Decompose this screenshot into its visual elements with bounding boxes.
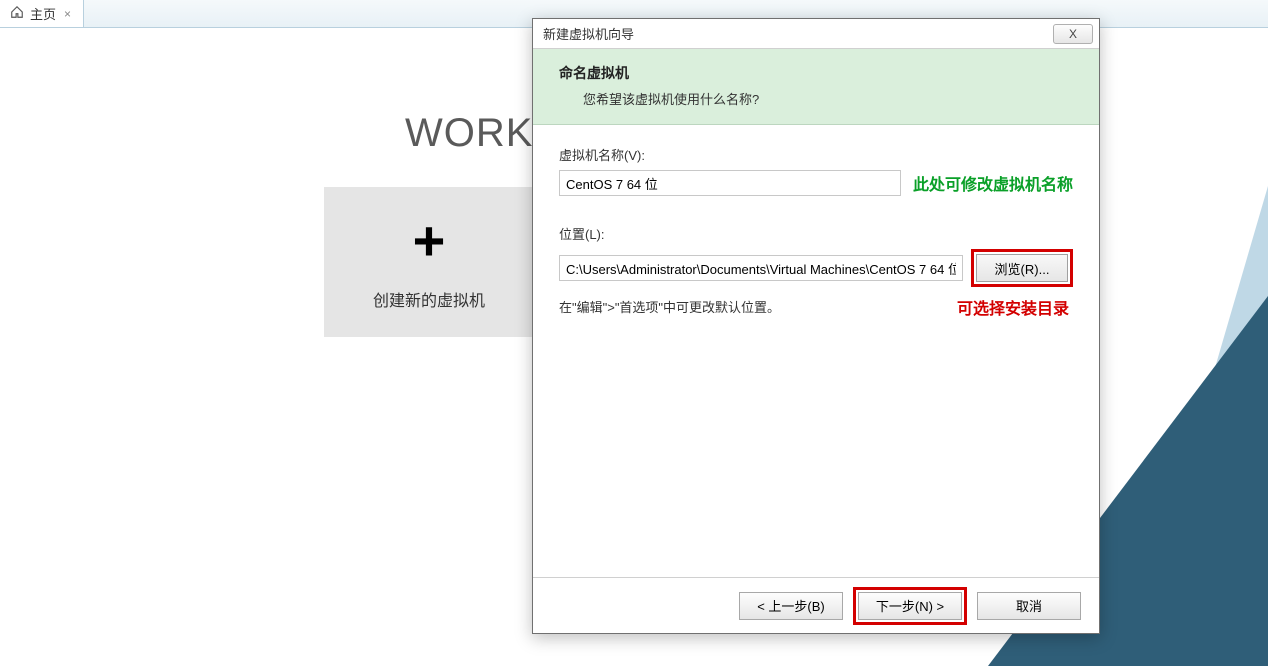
vm-location-label: 位置(L): bbox=[559, 224, 1073, 243]
dialog-header-title: 命名虚拟机 bbox=[559, 63, 1073, 83]
next-highlight: 下一步(N) > bbox=[853, 587, 967, 625]
create-vm-card[interactable]: + 创建新的虚拟机 bbox=[324, 187, 534, 337]
create-vm-label: 创建新的虚拟机 bbox=[373, 287, 485, 311]
name-annotation: 此处可修改虚拟机名称 bbox=[913, 171, 1073, 195]
close-icon: X bbox=[1069, 27, 1077, 41]
cancel-button[interactable]: 取消 bbox=[977, 592, 1081, 620]
vm-location-input[interactable] bbox=[559, 255, 963, 281]
dialog-header-subtitle: 您希望该虚拟机使用什么名称? bbox=[559, 89, 1073, 108]
dialog-footer: < 上一步(B) 下一步(N) > 取消 bbox=[533, 577, 1099, 633]
vm-name-label: 虚拟机名称(V): bbox=[559, 145, 1073, 164]
browse-button[interactable]: 浏览(R)... bbox=[976, 254, 1068, 282]
tab-home[interactable]: 主页 × bbox=[0, 0, 84, 27]
dialog-body: 虚拟机名称(V): 此处可修改虚拟机名称 位置(L): 浏览(R)... 在"编… bbox=[533, 125, 1099, 577]
dialog-title: 新建虚拟机向导 bbox=[543, 24, 634, 43]
location-annotation: 可选择安装目录 bbox=[957, 295, 1069, 319]
home-icon bbox=[10, 5, 24, 22]
back-button[interactable]: < 上一步(B) bbox=[739, 592, 843, 620]
browse-highlight: 浏览(R)... bbox=[971, 249, 1073, 287]
next-button[interactable]: 下一步(N) > bbox=[858, 592, 962, 620]
vm-name-input[interactable] bbox=[559, 170, 901, 196]
workstation-title: WORK bbox=[405, 111, 533, 156]
dialog-close-button[interactable]: X bbox=[1053, 24, 1093, 44]
dialog-title-bar: 新建虚拟机向导 X bbox=[533, 19, 1099, 49]
dialog-header: 命名虚拟机 您希望该虚拟机使用什么名称? bbox=[533, 49, 1099, 125]
tab-close-icon[interactable]: × bbox=[62, 7, 73, 21]
plus-icon: + bbox=[413, 213, 446, 269]
new-vm-wizard-dialog: 新建虚拟机向导 X 命名虚拟机 您希望该虚拟机使用什么名称? 虚拟机名称(V):… bbox=[532, 18, 1100, 634]
tab-label: 主页 bbox=[30, 4, 56, 23]
